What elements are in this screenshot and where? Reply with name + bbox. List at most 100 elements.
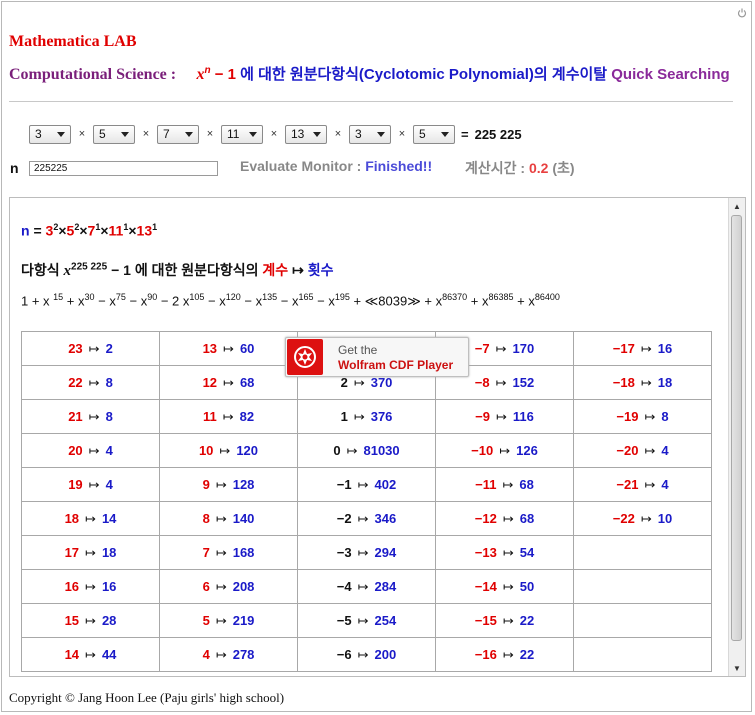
times-sign: ×	[58, 222, 67, 239]
factor-select-5[interactable]: 13	[285, 124, 327, 144]
dropdown-arrow-icon	[57, 131, 65, 137]
coefficient: 10	[198, 442, 214, 458]
mapsto-arrow: ↦	[502, 476, 514, 492]
times-sign: ×	[334, 128, 342, 140]
term-operator: − x	[94, 293, 116, 309]
table-cell: −6 ↦ 200	[297, 637, 436, 672]
mapsto-arrow: ↦	[502, 578, 514, 594]
coefficient: 7	[202, 544, 210, 560]
mapsto-arrow: ↦	[357, 510, 369, 526]
coefficient: −12	[474, 510, 497, 526]
mapsto-arrow: ↦	[215, 544, 227, 560]
table-cell: 20 ↦ 4	[21, 433, 160, 468]
coefficient: 12	[202, 374, 218, 390]
occurrence-count: 168	[232, 544, 255, 560]
occurrence-count: 4	[105, 442, 113, 458]
term-exponent: 105	[189, 292, 205, 302]
n-symbol: n	[21, 222, 30, 239]
coefficient: 21	[68, 408, 83, 424]
coefficient: −22	[612, 510, 635, 526]
evaluate-monitor: Evaluate Monitor : Finished!!	[240, 158, 432, 174]
table-cell: 7 ↦ 168	[159, 535, 298, 570]
table-cell: −3 ↦ 294	[297, 535, 436, 570]
subtitle-mid: 에 대한 원분다항식(Cyclotomic Polynomial)의 계수이탈	[236, 66, 612, 83]
term-exponent: 75	[115, 292, 126, 302]
occurrence-count: 116	[512, 408, 534, 424]
coefficient: −13	[474, 544, 497, 560]
factor-select-4[interactable]: 11	[221, 124, 263, 144]
mapsto-arrow: ↦	[644, 442, 656, 458]
times-sign: ×	[142, 128, 150, 140]
power-icon[interactable]	[737, 8, 747, 18]
factor-select-1[interactable]: 3	[29, 124, 71, 144]
mapsto-arrow: ↦	[495, 374, 507, 390]
coefficient: −9	[475, 408, 490, 424]
factor-select-7[interactable]: 5	[413, 124, 455, 144]
coefficient: 23	[68, 340, 83, 356]
mapsto-arrow: ↦	[219, 442, 231, 458]
factor-select-3[interactable]: 7	[157, 124, 199, 144]
mapsto-arrow: ↦	[215, 612, 227, 628]
mapsto-arrow: ↦	[357, 612, 369, 628]
cdf-player-banner[interactable]: Get the Wolfram CDF Player	[285, 337, 469, 377]
table-row: 17 ↦ 18 7 ↦ 168 −3 ↦ 294 −13 ↦ 54	[21, 535, 712, 570]
scroll-down-icon[interactable]: ▼	[729, 660, 745, 676]
scroll-thumb[interactable]	[731, 215, 742, 641]
coefficient: −21	[616, 476, 639, 492]
table-cell: 23 ↦ 2	[21, 331, 160, 366]
occurrence-count: 126	[516, 442, 538, 458]
result-panel[interactable]: n = 32×52×71×111×131 다항식 x225 225 − 1 에 …	[9, 197, 746, 677]
table-cell: −2 ↦ 346	[297, 501, 436, 536]
table-row: 15 ↦ 28 5 ↦ 219 −5 ↦ 254 −15 ↦ 22	[21, 603, 712, 638]
occurrence-count: 22	[519, 646, 535, 662]
calc-time: 계산시간 : 0.2 (초)	[465, 158, 575, 178]
coefficient: 15	[64, 612, 80, 628]
factor-select-6[interactable]: 3	[349, 124, 391, 144]
occurrence-count: 16	[657, 340, 673, 356]
table-cell: 13 ↦ 60	[159, 331, 298, 366]
table-row: 19 ↦ 4 9 ↦ 128 −1 ↦ 402 −11 ↦ 68 −21 ↦ 4	[21, 467, 712, 502]
mapsto-arrow: ↦	[88, 442, 100, 458]
coefficient: 16	[64, 578, 80, 594]
times-sign: ×	[206, 128, 214, 140]
term-exponent: 86400	[534, 292, 560, 302]
occurrence-count: 4	[105, 476, 113, 492]
coefficient: 1	[340, 408, 348, 424]
coefficient: 13	[202, 340, 218, 356]
coefficient: 18	[64, 510, 80, 526]
poly-prefix: 다항식	[21, 262, 64, 278]
poly-lead: 1 + x	[21, 293, 50, 309]
mapsto-arrow: ↦	[357, 578, 369, 594]
occurrence-count: 170	[512, 340, 535, 356]
coefficient: 6	[202, 578, 210, 594]
cdf-line2: Wolfram CDF Player	[338, 358, 454, 372]
term-operator: − x	[204, 293, 226, 309]
table-row: 14 ↦ 44 4 ↦ 278 −6 ↦ 200 −16 ↦ 22	[21, 637, 712, 672]
poly-minus: − 1	[107, 262, 131, 278]
mapsto-arrow: ↦	[644, 476, 656, 492]
n-input-field[interactable]: 225225	[29, 161, 218, 176]
term-exponent: 195	[334, 292, 350, 302]
occurrence-count: 28	[101, 612, 117, 628]
scroll-up-icon[interactable]: ▲	[729, 198, 745, 214]
coefficient: 11	[202, 408, 217, 424]
mapsto-arrow: ↦	[495, 340, 507, 356]
vertical-scrollbar[interactable]: ▲ ▼	[728, 198, 745, 676]
mapsto-arrow: ↦	[495, 408, 507, 424]
monitor-label: Evaluate Monitor :	[240, 158, 366, 174]
table-cell: −9 ↦ 116	[435, 399, 574, 434]
coefficient: −10	[471, 442, 494, 458]
times-sign: ×	[128, 222, 137, 239]
mapsto-arrow: ↦	[85, 646, 96, 662]
mapsto-arrow: ↦	[215, 510, 227, 526]
occurrence-count: 152	[512, 374, 535, 390]
occurrence-count: 8	[105, 374, 113, 390]
table-cell: −12 ↦ 68	[435, 501, 574, 536]
coefficient: −6	[336, 646, 352, 662]
times-sign: ×	[270, 128, 278, 140]
factor-select-value: 11	[227, 127, 240, 141]
dropdown-arrow-icon	[121, 131, 129, 137]
table-cell: 10 ↦ 120	[159, 433, 298, 468]
factor-select-2[interactable]: 5	[93, 124, 135, 144]
table-cell: −4 ↦ 284	[297, 569, 436, 604]
